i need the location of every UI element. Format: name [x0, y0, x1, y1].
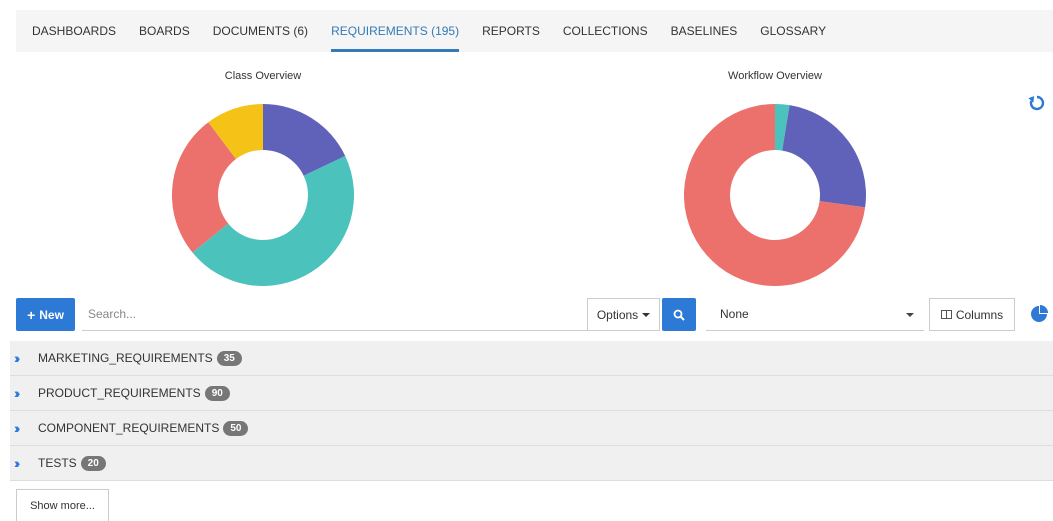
class-overview-chart[interactable] — [163, 95, 363, 295]
search-button[interactable] — [662, 298, 696, 331]
double-chevron-right-icon: ›› — [14, 350, 20, 366]
group-by-select[interactable]: None — [706, 298, 924, 331]
toolbar: + New Options None Columns — [16, 298, 1053, 332]
requirement-groups: ›› MARKETING_REQUIREMENTS 35 ›› PRODUCT_… — [10, 341, 1053, 481]
caret-down-icon — [642, 312, 651, 317]
count-badge: 50 — [223, 420, 249, 436]
donut-slice-1[interactable] — [782, 105, 866, 208]
group-row-product[interactable]: ›› PRODUCT_REQUIREMENTS 90 — [10, 376, 1053, 411]
group-row-component[interactable]: ›› COMPONENT_REQUIREMENTS 50 — [10, 411, 1053, 446]
tab-documents[interactable]: DOCUMENTS (6) — [213, 10, 308, 52]
count-badge: 90 — [204, 385, 230, 401]
group-name: PRODUCT_REQUIREMENTS — [38, 386, 201, 400]
search-icon — [673, 309, 685, 321]
tab-boards[interactable]: BOARDS — [139, 10, 190, 52]
class-overview-title: Class Overview — [224, 70, 302, 82]
tab-dashboards[interactable]: DASHBOARDS — [32, 10, 116, 52]
count-badge: 35 — [216, 350, 242, 366]
columns-label: Columns — [955, 307, 1004, 322]
refresh-icon[interactable] — [1028, 94, 1046, 112]
double-chevron-right-icon: ›› — [14, 455, 20, 471]
workflow-overview-chart[interactable] — [675, 95, 875, 295]
group-name: TESTS — [38, 456, 77, 470]
tab-baselines[interactable]: BASELINES — [671, 10, 738, 52]
options-button[interactable]: Options — [587, 298, 660, 331]
new-button-label: New — [39, 307, 64, 322]
group-row-tests[interactable]: ›› TESTS 20 — [10, 446, 1053, 481]
tab-bar: DASHBOARDS BOARDS DOCUMENTS (6) REQUIREM… — [16, 10, 1053, 52]
plus-icon: + — [27, 306, 36, 323]
count-badge: 20 — [80, 455, 106, 471]
tab-reports[interactable]: REPORTS — [482, 10, 540, 52]
options-label: Options — [596, 307, 639, 322]
group-by-value: None — [720, 307, 749, 321]
group-row-marketing[interactable]: ›› MARKETING_REQUIREMENTS 35 — [10, 341, 1053, 376]
search-input[interactable] — [82, 298, 587, 331]
show-more-button[interactable]: Show more... — [16, 489, 109, 521]
tab-collections[interactable]: COLLECTIONS — [563, 10, 648, 52]
tab-requirements[interactable]: REQUIREMENTS (195) — [331, 10, 460, 52]
columns-button[interactable]: Columns — [929, 298, 1015, 331]
columns-icon — [940, 310, 952, 319]
double-chevron-right-icon: ›› — [14, 420, 20, 436]
pie-chart-icon[interactable] — [1030, 305, 1048, 323]
group-name: MARKETING_REQUIREMENTS — [38, 351, 213, 365]
tab-glossary[interactable]: GLOSSARY — [760, 10, 826, 52]
double-chevron-right-icon: ›› — [14, 385, 20, 401]
group-name: COMPONENT_REQUIREMENTS — [38, 421, 220, 435]
new-button[interactable]: + New — [16, 298, 75, 331]
caret-down-icon — [906, 313, 914, 317]
workflow-overview-title: Workflow Overview — [728, 70, 822, 82]
